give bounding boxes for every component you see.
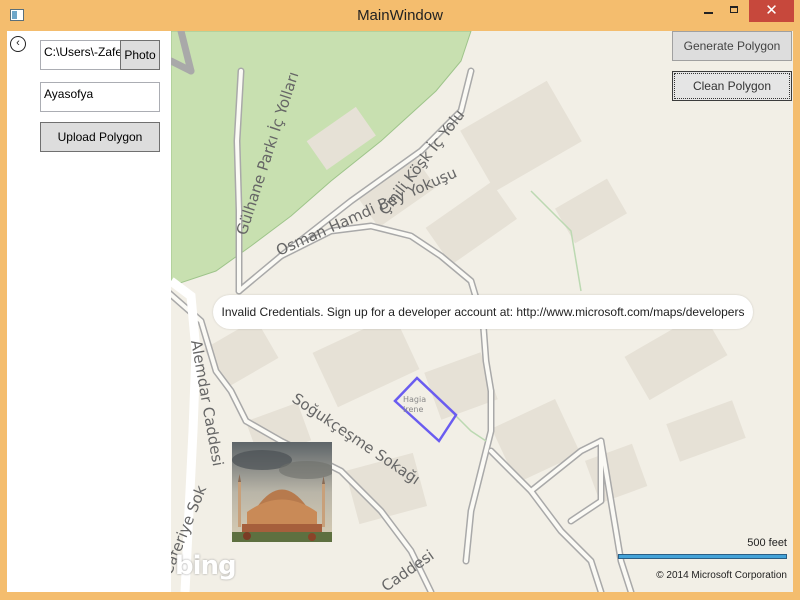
title-bar: MainWindow ✕ [0,0,800,31]
upload-polygon-button[interactable]: Upload Polygon [40,122,160,152]
clean-polygon-button[interactable]: Clean Polygon [672,71,792,101]
photo-button[interactable]: Photo [120,40,160,70]
photo-path-input[interactable]: C:\Users\-Zafe [40,40,122,70]
back-arrow-icon[interactable]: ‹ [10,36,26,52]
scale-label: 500 feet [747,537,787,549]
scale-bar [618,554,787,559]
close-button[interactable]: ✕ [749,0,794,22]
uploaded-photo [232,442,332,542]
main-window: MainWindow ✕ ‹ C:\Users\-Zafe Photo Ayas… [0,0,800,600]
generate-polygon-button[interactable]: Generate Polygon [672,31,792,61]
left-panel: ‹ C:\Users\-Zafe Photo Ayasofya Upload P… [7,31,171,592]
poi-label-hagia: Hagia [403,395,426,404]
maximize-button[interactable] [722,0,748,22]
copyright-text: © 2014 Microsoft Corporation [656,570,787,581]
poi-label-irene: Irene [403,405,423,414]
polygon-name-input[interactable]: Ayasofya [40,82,160,112]
window-title: MainWindow [357,7,443,24]
bing-logo: bing [175,551,237,581]
client-area: ‹ C:\Users\-Zafe Photo Ayasofya Upload P… [7,31,793,592]
credentials-message: Invalid Credentials. Sign up for a devel… [213,295,753,329]
minimize-button[interactable] [696,0,722,22]
map-view[interactable]: Gülhane Parkı İç Yolları Çinili Köşk İç … [171,31,793,592]
